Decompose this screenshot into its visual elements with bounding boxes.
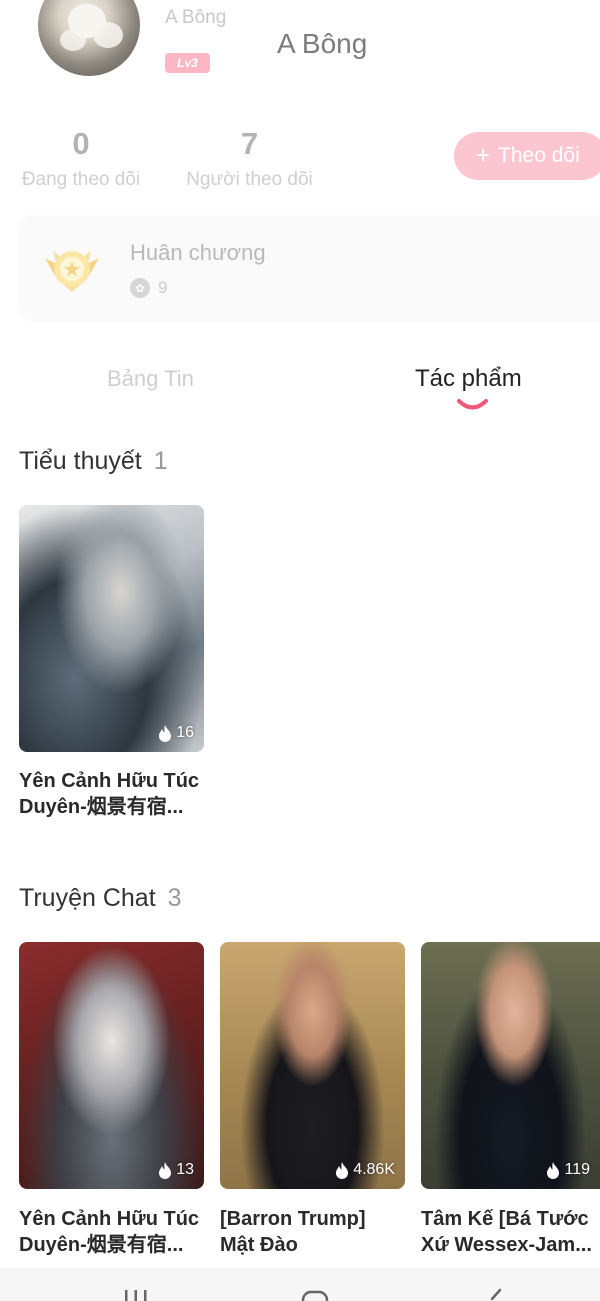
fire-icon <box>159 724 172 742</box>
follow-button[interactable]: + Theo dõi <box>454 132 600 180</box>
chat-count: 3 <box>167 884 182 912</box>
chat-cover-3[interactable]: 119 <box>421 942 600 1189</box>
tab-feed[interactable]: Bảng Tin <box>107 366 194 392</box>
level-badge: Lv3 <box>165 53 210 73</box>
chat-section-title: Truyện Chat 3 <box>19 884 182 913</box>
novel-title-1[interactable]: Yên Cảnh Hữu Túc Duyên-烟景有宿... <box>19 768 209 820</box>
chat-title-1[interactable]: Yên Cảnh Hữu Túc Duyên-烟景有宿... <box>19 1206 209 1258</box>
medal-small-icon: ✿ <box>130 278 150 298</box>
medal-card[interactable]: Huân chương ✿ 9 <box>19 215 600 322</box>
chat-views-2: 4.86K <box>353 1161 395 1178</box>
view-count: 16 <box>158 724 194 742</box>
profile-username-small: A Bông <box>165 7 227 28</box>
fire-icon <box>159 1161 172 1179</box>
medal-title: Huân chương <box>130 240 266 265</box>
novels-section-title: Tiểu thuyết 1 <box>19 447 168 476</box>
back-icon[interactable] <box>484 1286 506 1301</box>
chat-views-1: 13 <box>176 1161 194 1178</box>
view-count: 13 <box>158 1161 194 1179</box>
tab-works[interactable]: Tác phẩm <box>415 365 522 393</box>
avatar[interactable] <box>38 0 140 76</box>
novels-title: Tiểu thuyết <box>19 447 142 475</box>
novel-cover-1[interactable]: 16 <box>19 505 204 752</box>
followers-count: 7 <box>240 126 259 161</box>
chat-cover-2[interactable]: 4.86K <box>220 942 405 1189</box>
following-count: 0 <box>72 126 90 161</box>
recent-apps-icon[interactable] <box>122 1286 150 1301</box>
chat-title-3[interactable]: Tâm Kế [Bá Tước Xứ Wessex-Jam... <box>421 1206 600 1258</box>
followers-stat[interactable]: 7 Người theo dõi <box>183 127 316 191</box>
medal-count: 9 <box>158 278 168 297</box>
chat-views-3: 119 <box>564 1161 590 1178</box>
medal-icon <box>45 250 99 292</box>
chat-title-2[interactable]: [Barron Trump] Mật Đào <box>220 1206 400 1258</box>
fire-icon <box>547 1161 560 1179</box>
view-count: 4.86K <box>335 1161 395 1179</box>
fire-icon <box>336 1161 349 1179</box>
profile-name: A Bông <box>277 28 368 59</box>
following-label: Đang theo dõi <box>21 169 141 190</box>
follow-button-label: Theo dõi <box>498 144 580 167</box>
chat-title: Truyện Chat <box>19 884 156 912</box>
home-icon[interactable] <box>300 1286 330 1301</box>
view-count: 119 <box>546 1161 590 1179</box>
active-tab-indicator <box>457 399 488 410</box>
plus-icon: + <box>476 142 491 169</box>
novel-views-1: 16 <box>176 724 194 741</box>
following-stat[interactable]: 0 Đang theo dõi <box>19 127 143 191</box>
followers-label: Người theo dõi <box>186 169 313 190</box>
novels-count: 1 <box>153 447 168 475</box>
chat-cover-1[interactable]: 13 <box>19 942 204 1189</box>
